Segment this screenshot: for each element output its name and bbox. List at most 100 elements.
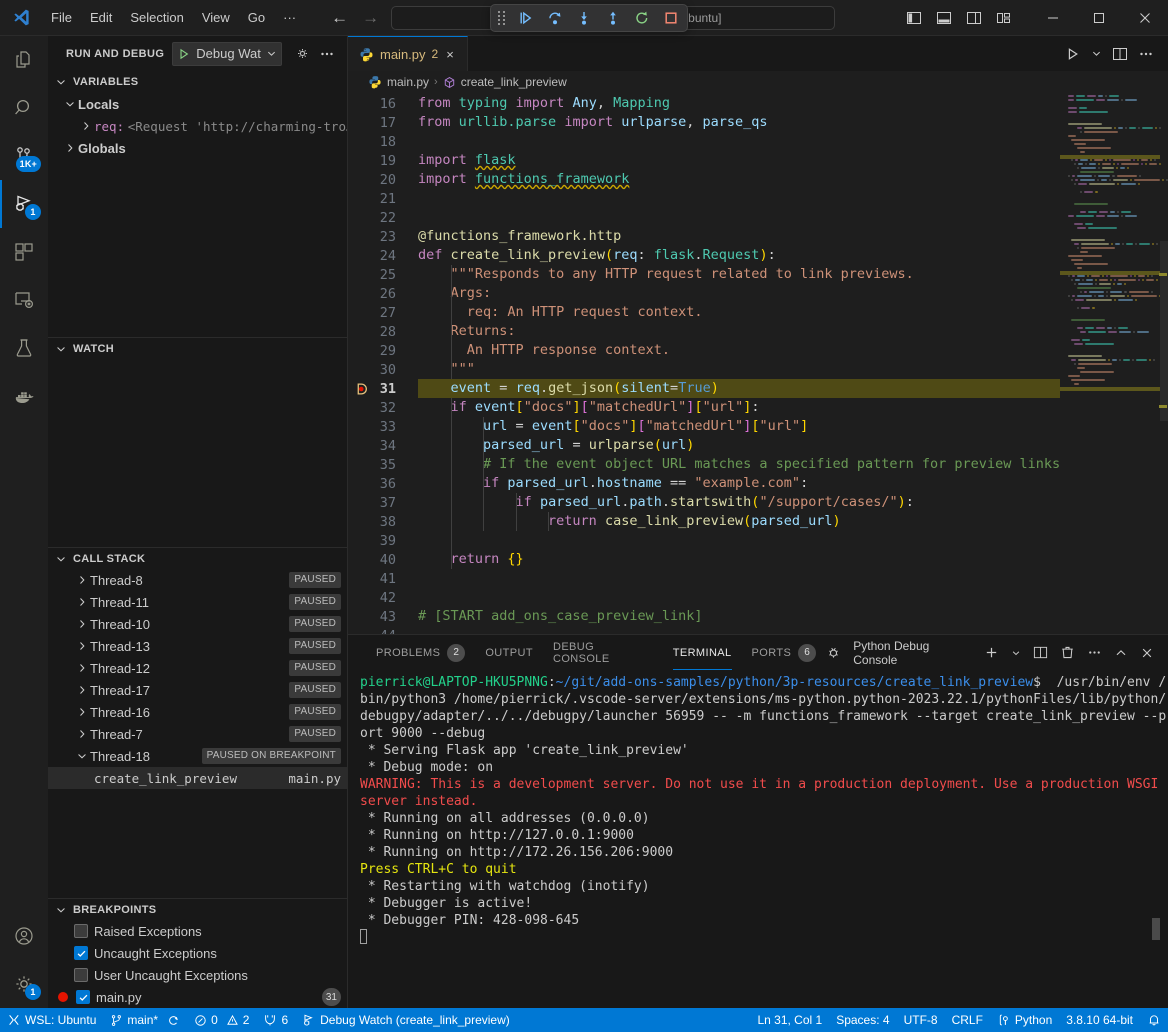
line-number[interactable]: 29 xyxy=(348,341,418,360)
terminal-scrollbar[interactable] xyxy=(1152,918,1160,940)
activity-item-testing[interactable] xyxy=(0,324,48,372)
line-number[interactable]: 42 xyxy=(348,588,418,607)
line-number[interactable]: 28 xyxy=(348,322,418,341)
line-number[interactable]: 16 xyxy=(348,94,418,113)
close-icon[interactable]: × xyxy=(446,47,454,62)
new-terminal-icon[interactable] xyxy=(984,645,999,660)
panel-tab-debug-console[interactable]: DEBUG CONSOLE xyxy=(543,635,663,670)
line-number[interactable]: 21 xyxy=(348,189,418,208)
status-git-branch[interactable]: main* xyxy=(103,1008,187,1032)
continue-button[interactable] xyxy=(517,9,535,27)
code-content[interactable]: from typing import Any, Mappingfrom urll… xyxy=(418,93,1060,634)
code-line[interactable] xyxy=(418,626,1060,634)
line-number[interactable]: 38 xyxy=(348,512,418,531)
line-number[interactable]: 43 xyxy=(348,607,418,626)
terminal-output[interactable]: pierrick@LAPTOP-HKU5PNNG:~/git/add-ons-s… xyxy=(348,670,1168,1008)
menu-more[interactable]: ··· xyxy=(274,5,305,31)
checkbox-checked[interactable] xyxy=(76,990,90,1004)
more-actions-icon[interactable] xyxy=(1087,645,1102,660)
line-number[interactable]: 41 xyxy=(348,569,418,588)
line-number[interactable]: 33 xyxy=(348,417,418,436)
code-line[interactable]: from typing import Any, Mapping xyxy=(418,94,1060,113)
code-line[interactable] xyxy=(418,189,1060,208)
line-number[interactable]: 27 xyxy=(348,303,418,322)
breakpoint-item[interactable]: User Uncaught Exceptions xyxy=(48,964,347,986)
code-line[interactable] xyxy=(418,569,1060,588)
breadcrumb-file[interactable]: main.py xyxy=(387,75,429,89)
code-line[interactable]: import flask xyxy=(418,151,1060,170)
call-stack-thread[interactable]: Thread-7 PAUSED xyxy=(48,723,347,745)
panel-tab-output[interactable]: OUTPUT xyxy=(475,635,543,670)
line-number[interactable]: 44 xyxy=(348,626,418,634)
activity-item-source-control[interactable]: 1K+ xyxy=(0,132,48,180)
panel-tab-ports[interactable]: PORTS 6 xyxy=(742,635,827,670)
toggle-primary-sidebar-icon[interactable] xyxy=(906,10,922,26)
line-number[interactable]: 23 xyxy=(348,227,418,246)
status-debug-session[interactable]: Debug Watch (create_link_preview) xyxy=(295,1008,517,1032)
menu-edit[interactable]: Edit xyxy=(81,5,121,31)
split-editor-icon[interactable] xyxy=(1112,46,1128,62)
code-line[interactable]: @functions_framework.http xyxy=(418,227,1060,246)
line-number[interactable]: 20 xyxy=(348,170,418,189)
line-number[interactable]: 19 xyxy=(348,151,418,170)
code-line[interactable]: import functions_framework xyxy=(418,170,1060,189)
line-number[interactable]: 32 xyxy=(348,398,418,417)
code-line[interactable]: An HTTP response context. xyxy=(418,341,1060,360)
panel-tab-terminal[interactable]: TERMINAL xyxy=(663,635,742,670)
code-line[interactable]: if event["docs"]["matchedUrl"]["url"]: xyxy=(418,398,1060,417)
line-number[interactable]: 30 xyxy=(348,360,418,379)
activity-item-accounts[interactable] xyxy=(0,912,48,960)
code-line[interactable]: event = req.get_json(silent=True) xyxy=(418,379,1060,398)
line-number[interactable]: 39 xyxy=(348,531,418,550)
line-number-gutter[interactable]: 1617181920212223242526272829303132333435… xyxy=(348,93,418,634)
menu-file[interactable]: File xyxy=(42,5,81,31)
activity-item-remote-explorer[interactable] xyxy=(0,276,48,324)
split-terminal-icon[interactable] xyxy=(1033,645,1048,660)
section-header-watch[interactable]: WATCH xyxy=(48,337,347,359)
code-editor[interactable]: 1617181920212223242526272829303132333435… xyxy=(348,93,1168,634)
menu-go[interactable]: Go xyxy=(239,5,274,31)
editor-tab-main-py[interactable]: main.py 2 × xyxy=(348,36,468,71)
breakpoint-item[interactable]: Raised Exceptions xyxy=(48,920,347,942)
call-stack-thread[interactable]: Thread-17 PAUSED xyxy=(48,679,347,701)
call-stack-thread[interactable]: Thread-11 PAUSED xyxy=(48,591,347,613)
line-number[interactable]: 37 xyxy=(348,493,418,512)
activity-item-search[interactable] xyxy=(0,84,48,132)
call-stack-thread[interactable]: Thread-13 PAUSED xyxy=(48,635,347,657)
window-minimize-button[interactable] xyxy=(1030,0,1076,36)
stop-button[interactable] xyxy=(662,9,680,27)
restart-button[interactable] xyxy=(633,9,651,27)
step-out-button[interactable] xyxy=(604,9,622,27)
menu-selection[interactable]: Selection xyxy=(121,5,192,31)
active-terminal-name[interactable]: Python Debug Console xyxy=(853,639,972,667)
call-stack-frame[interactable]: create_link_preview main.py xyxy=(48,767,347,789)
code-line[interactable]: def create_link_preview(req: flask.Reque… xyxy=(418,246,1060,265)
breakpoint-item-file[interactable]: main.py 31 xyxy=(48,986,347,1008)
status-language-mode[interactable]: Python xyxy=(990,1008,1059,1032)
more-actions-icon[interactable] xyxy=(1138,46,1154,62)
code-line[interactable]: req: An HTTP request context. xyxy=(418,303,1060,322)
code-line[interactable]: return case_link_preview(parsed_url) xyxy=(418,512,1060,531)
line-number[interactable]: 36 xyxy=(348,474,418,493)
code-line[interactable]: Args: xyxy=(418,284,1060,303)
menu-view[interactable]: View xyxy=(193,5,239,31)
line-number[interactable]: 25 xyxy=(348,265,418,284)
chevron-down-icon[interactable] xyxy=(1011,648,1021,658)
drag-handle-icon[interactable] xyxy=(498,11,505,25)
activity-item-run-and-debug[interactable]: 1 xyxy=(0,180,48,228)
code-line[interactable]: from urllib.parse import urlparse, parse… xyxy=(418,113,1060,132)
status-encoding[interactable]: UTF-8 xyxy=(897,1008,945,1032)
line-number[interactable]: 18 xyxy=(348,132,418,151)
breadcrumb-symbol[interactable]: create_link_preview xyxy=(461,75,567,89)
code-line[interactable] xyxy=(418,531,1060,550)
line-number[interactable]: 24 xyxy=(348,246,418,265)
code-line[interactable]: if parsed_url.path.startswith("/support/… xyxy=(418,493,1060,512)
code-line[interactable]: return {} xyxy=(418,550,1060,569)
status-notifications[interactable] xyxy=(1140,1008,1168,1032)
toggle-secondary-sidebar-icon[interactable] xyxy=(966,10,982,26)
tree-row-variable[interactable]: req: <Request 'http://charming-tro… xyxy=(48,115,347,137)
code-line[interactable]: parsed_url = urlparse(url) xyxy=(418,436,1060,455)
step-into-button[interactable] xyxy=(575,9,593,27)
customize-layout-icon[interactable] xyxy=(996,10,1012,26)
code-line[interactable] xyxy=(418,132,1060,151)
